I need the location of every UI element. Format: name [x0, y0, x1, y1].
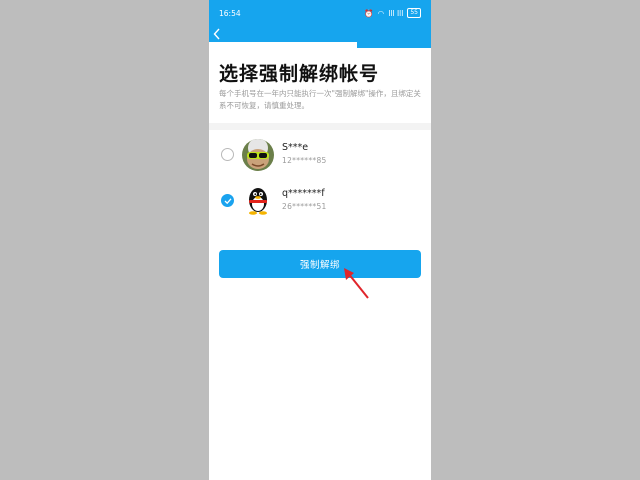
- account-id: 26******51: [282, 202, 327, 211]
- wifi-icon: ◠: [377, 8, 385, 18]
- alarm-icon: ⏰: [364, 8, 374, 18]
- status-bar: 16:54 ⏰ ◠ Ill Ill 55: [209, 0, 431, 26]
- account-name: S***e: [282, 142, 309, 153]
- account-name: q*******f: [282, 188, 325, 199]
- chevron-left-icon: [213, 28, 220, 40]
- account-id: 12******85: [282, 156, 327, 165]
- header-curve: [209, 42, 357, 48]
- status-icons: ⏰ ◠ Ill Ill 55: [364, 8, 421, 18]
- force-unbind-button[interactable]: 强制解绑: [219, 250, 421, 278]
- status-time: 16:54: [219, 8, 241, 18]
- phone-screen: 16:54 ⏰ ◠ Ill Ill 55 选择强制解绑帐号 每个手机号在一年内只…: [209, 0, 431, 480]
- account-radio-1[interactable]: [221, 148, 234, 161]
- account-item-2[interactable]: q*******f 26******51: [209, 182, 431, 222]
- page-title: 选择强制解绑帐号: [219, 63, 380, 85]
- page-subtitle: 每个手机号在一年内只能执行一次"强制解绑"操作，且绑定关系不可恢复，请慎重处理。: [219, 89, 421, 110]
- signal-icon: Ill Ill: [388, 8, 404, 18]
- qq-penguin-avatar: [242, 185, 274, 217]
- section-divider: [209, 123, 431, 130]
- nav-bar: [209, 26, 431, 48]
- avatar: [242, 139, 274, 171]
- check-icon: [224, 197, 231, 204]
- battery-icon: 55: [407, 8, 421, 18]
- account-radio-2[interactable]: [221, 194, 234, 207]
- account-item-1[interactable]: S***e 12******85: [209, 136, 431, 176]
